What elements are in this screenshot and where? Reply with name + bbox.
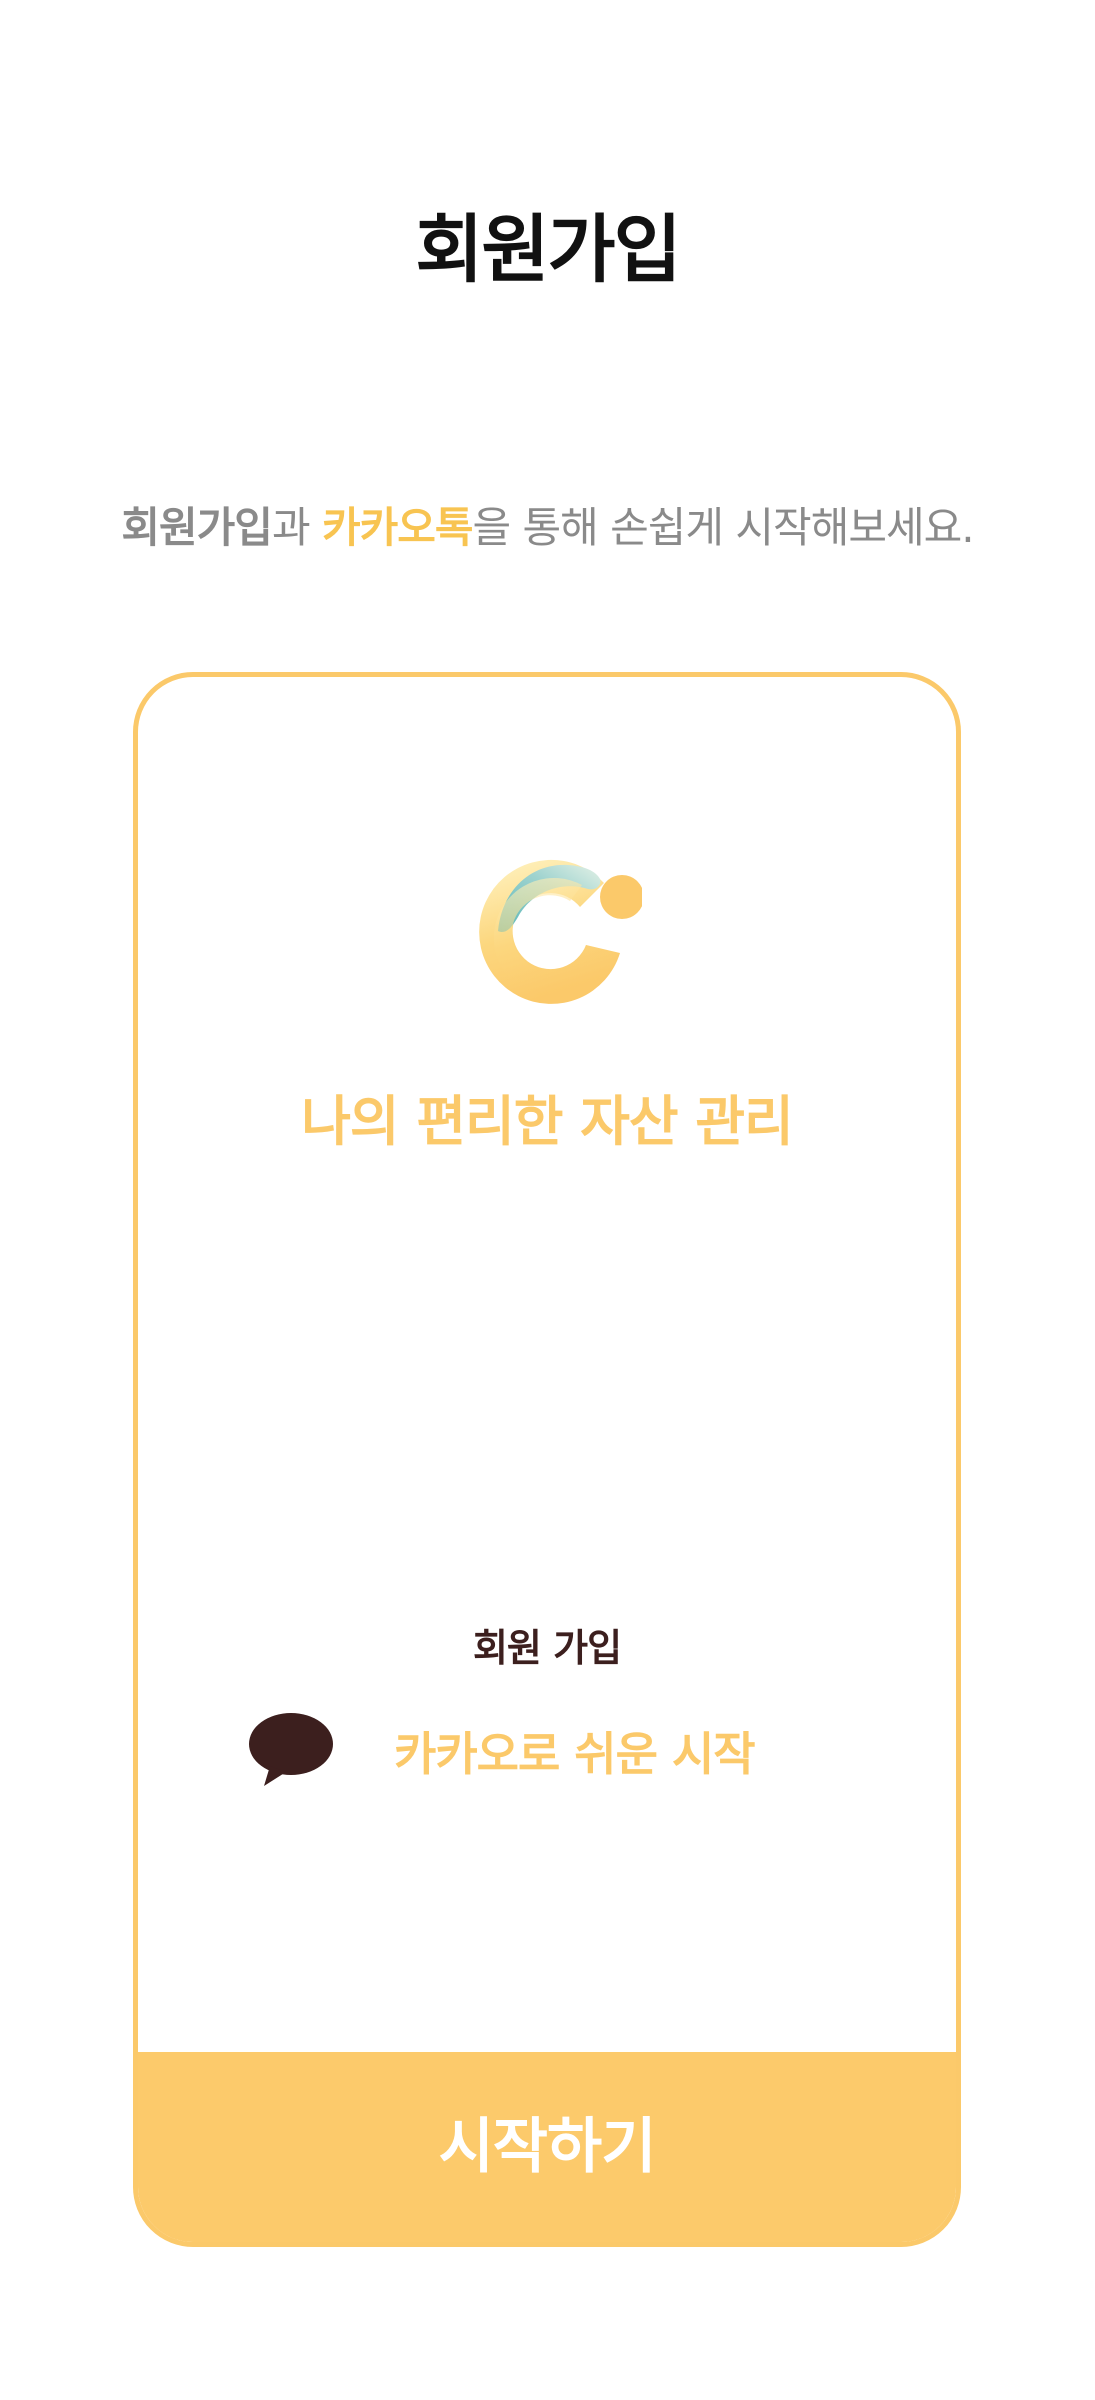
signup-page: 회원가입 회원가입과 카카오톡을 통해 손쉽게 시작해보세요. 나의 편리한 자… (0, 0, 1095, 2400)
kakao-start-text: 카카오로 쉬운 시작 (394, 1727, 756, 1781)
kakao-start-row[interactable]: 카카오로 쉬운 시작 (138, 1712, 956, 1792)
page-title: 회원가입 (415, 207, 681, 293)
intro-kakaotalk-highlight: 카카오톡 (321, 503, 474, 552)
intro-text: 회원가입과 카카오톡을 통해 손쉽게 시작해보세요. (0, 494, 1095, 555)
slogan: 나의 편리한 자산 관리 (301, 1090, 794, 1153)
speech-bubble-icon (249, 1713, 333, 1786)
intro-connector: 과 (271, 503, 322, 552)
start-button[interactable]: 시작하기 (138, 2052, 956, 2242)
intro-signup-highlight: 회원가입 (121, 503, 273, 552)
app-logo-icon (479, 859, 642, 1004)
signup-card: 나의 편리한 자산 관리 회원 가입 카카오로 쉬운 시작 시작하기 (133, 672, 961, 2247)
signup-label: 회원 가입 (472, 1626, 622, 1670)
intro-rest: 을 통해 손쉽게 시작해보세요. (472, 503, 975, 552)
